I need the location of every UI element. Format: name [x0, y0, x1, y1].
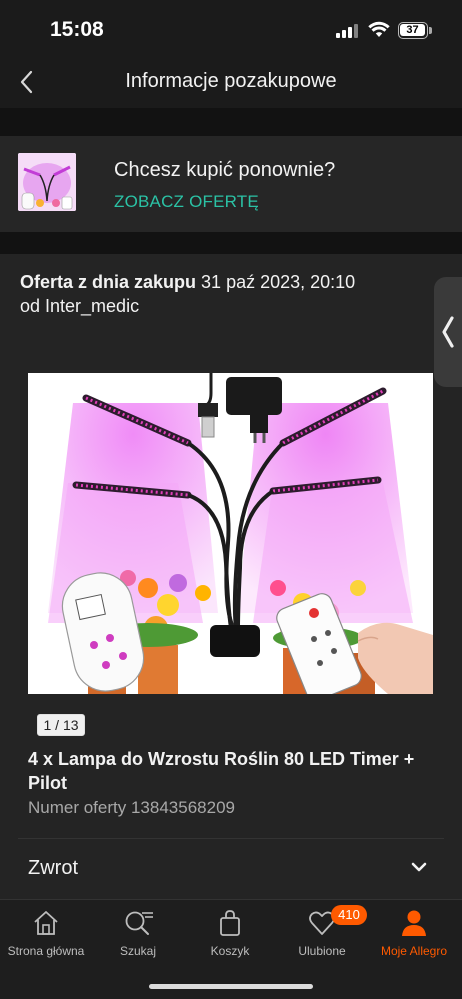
nav-header: Informacje pozakupowe [0, 58, 462, 108]
home-indicator [149, 984, 313, 989]
buy-again-question: Chcesz kupić ponownie? [114, 159, 336, 181]
return-label: Zwrot [28, 857, 78, 879]
tab-label: Ulubione [298, 944, 346, 958]
favorites-badge: 410 [331, 905, 367, 925]
offer-date-line: Oferta z dnia zakupu 31 paź 2023, 20:10 [20, 272, 355, 293]
page-title: Informacje pozakupowe [125, 70, 337, 92]
see-offer-link[interactable]: ZOBACZ OFERTĘ [114, 192, 259, 212]
tab-label: Strona główna [7, 944, 85, 958]
return-row[interactable]: Zwrot [0, 840, 462, 898]
status-bar: 15:08 37 [0, 0, 462, 58]
battery-level: 37 [406, 24, 419, 36]
user-icon [402, 910, 426, 936]
offer-date-value: 31 paź 2023, 20:10 [201, 272, 356, 292]
product-image[interactable] [28, 373, 433, 694]
chevron-down-icon [411, 862, 427, 872]
tab-label: Szukaj [119, 944, 157, 958]
tab-label: Koszyk [210, 944, 250, 958]
tab-cart[interactable]: Koszyk [184, 900, 276, 970]
image-counter: 1 / 13 [37, 714, 85, 736]
product-thumbnail[interactable] [18, 153, 76, 211]
product-title[interactable]: 4 x Lampa do Wzrostu Roślin 80 LED Timer… [28, 747, 428, 795]
divider [18, 838, 444, 839]
battery-icon: 37 [398, 22, 428, 39]
tab-my-allegro[interactable]: Moje Allegro [368, 900, 460, 970]
offer-seller[interactable]: od Inter_medic [20, 296, 139, 317]
search-icon [125, 911, 153, 935]
section-gap [0, 232, 462, 254]
status-time: 15:08 [50, 18, 104, 41]
tab-search[interactable]: Szukaj [92, 900, 184, 970]
signal-icon [336, 24, 360, 38]
buy-again-card[interactable]: Chcesz kupić ponownie? ZOBACZ OFERTĘ [0, 136, 462, 232]
offer-number: Numer oferty 13843568209 [28, 798, 235, 817]
section-gap [0, 108, 462, 136]
chevron-left-icon [442, 316, 454, 348]
home-icon [34, 911, 58, 935]
bag-icon [220, 910, 240, 936]
offer-date-label: Oferta z dnia zakupu [20, 272, 197, 292]
tab-home[interactable]: Strona główna [0, 900, 92, 970]
tab-label: Moje Allegro [380, 944, 448, 958]
side-panel-handle[interactable] [434, 277, 462, 387]
wifi-icon [368, 21, 390, 37]
